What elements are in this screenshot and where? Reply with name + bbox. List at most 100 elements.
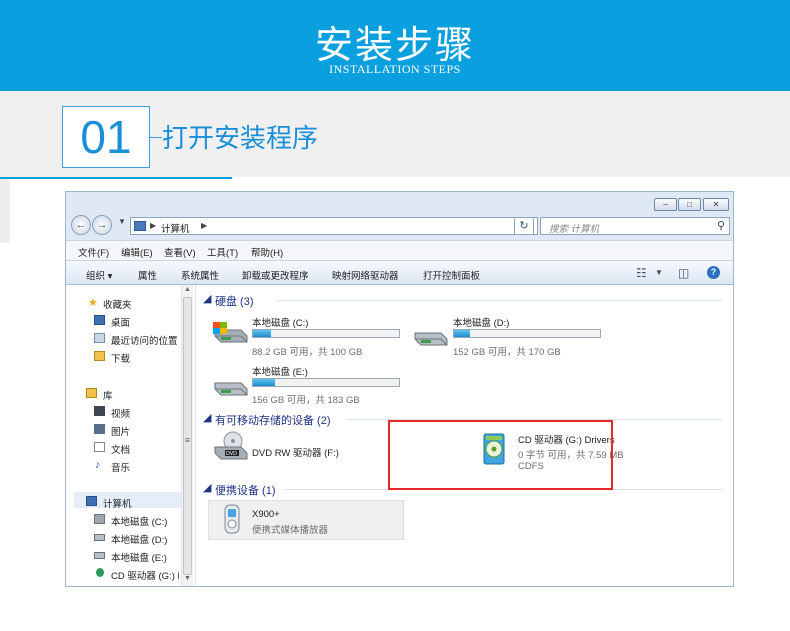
portable-device-type: 便携式媒体播放器: [252, 525, 329, 536]
highlight-box: [388, 420, 613, 490]
nav-videos[interactable]: 视频: [111, 406, 130, 420]
dvd-drive-name[interactable]: DVD RW 驱动器 (F:): [252, 445, 339, 459]
menu-file[interactable]: 文件(F): [78, 245, 109, 259]
search-input[interactable]: 搜索 计算机 ⚲: [540, 217, 730, 235]
close-icon[interactable]: ✕: [703, 198, 729, 211]
forward-icon[interactable]: →: [92, 215, 112, 235]
nav-pictures[interactable]: 图片: [111, 424, 130, 438]
nav-drive-e[interactable]: 本地磁盘 (E:): [111, 550, 167, 564]
media-player-icon: [224, 504, 240, 534]
disk-icon: [414, 332, 448, 346]
disk-icon: [94, 514, 105, 524]
video-icon: [94, 406, 105, 416]
collapse-icon[interactable]: ◢: [203, 481, 211, 494]
scroll-up-icon[interactable]: ▲: [183, 286, 192, 293]
group-portable[interactable]: 便携设备 (1): [215, 482, 276, 498]
history-dropdown-icon[interactable]: ▼: [118, 217, 126, 226]
command-bar: 组织 ▾ 属性 系统属性 卸载或更改程序 映射网络驱动器 打开控制面板 ☷ ▼ …: [66, 260, 733, 285]
svg-text:DVD: DVD: [226, 451, 237, 457]
breadcrumb-arrow-icon[interactable]: ▶: [201, 221, 207, 230]
drive-c-free: 88.2 GB 可用，共 100 GB: [252, 347, 363, 358]
view-dropdown-icon[interactable]: ▼: [655, 268, 663, 277]
properties-button[interactable]: 属性: [138, 268, 157, 282]
map-network-drive-button[interactable]: 映射网络驱动器: [332, 268, 399, 282]
disk-icon: [214, 382, 248, 396]
open-control-panel-button[interactable]: 打开控制面板: [423, 268, 480, 282]
left-gray-block: [0, 179, 10, 243]
address-bar[interactable]: ▶ 计算机 ▶ ▼: [130, 217, 538, 235]
nav-music[interactable]: 音乐: [111, 460, 130, 474]
computer-icon: [86, 496, 97, 506]
menu-bar: 文件(F) 编辑(E) 查看(V) 工具(T) 帮助(H): [66, 240, 733, 260]
downloads-icon: [94, 351, 105, 361]
drive-d-free: 152 GB 可用，共 170 GB: [453, 347, 561, 358]
accent-divider: [0, 177, 232, 179]
nav-scrollbar[interactable]: ▲ ≡ ▼: [181, 285, 193, 586]
drive-d-name[interactable]: 本地磁盘 (D:): [453, 315, 509, 329]
nav-desktop[interactable]: 桌面: [111, 315, 130, 329]
menu-edit[interactable]: 编辑(E): [121, 245, 153, 259]
nav-drive-d[interactable]: 本地磁盘 (D:): [111, 532, 167, 546]
step-connector: [150, 137, 162, 138]
organize-button[interactable]: 组织 ▾: [86, 268, 112, 282]
address-path[interactable]: 计算机: [161, 221, 190, 235]
header-banner: 安装步骤 INSTALLATION STEPS: [0, 0, 790, 91]
drive-e-usage-fill: [253, 379, 275, 386]
step-title: 打开安装程序: [162, 123, 319, 153]
nav-downloads[interactable]: 下载: [111, 351, 130, 365]
drive-e-free: 156 GB 可用，共 183 GB: [252, 395, 360, 406]
disk-icon: [94, 552, 105, 559]
system-disk-icon: [213, 322, 248, 343]
computer-icon: [134, 221, 146, 231]
minimize-icon[interactable]: –: [654, 198, 677, 211]
menu-view[interactable]: 查看(V): [164, 245, 196, 259]
search-icon[interactable]: ⚲: [717, 219, 725, 232]
group-divider: [277, 300, 722, 301]
refresh-icon[interactable]: ↻: [514, 217, 534, 235]
navigation-pane: ★ 收藏夹 桌面 最近访问的位置 下载 库 视频 图片 文档 ♪ 音乐 计算机 …: [66, 285, 196, 586]
window-caption: – □ ✕: [66, 192, 733, 214]
drive-c-name[interactable]: 本地磁盘 (C:): [252, 315, 308, 329]
menu-help[interactable]: 帮助(H): [251, 245, 283, 259]
view-options-icon[interactable]: ☷: [636, 266, 647, 280]
nav-recent-places[interactable]: 最近访问的位置: [111, 333, 178, 347]
group-hard-disks[interactable]: 硬盘 (3): [215, 293, 254, 309]
group-removable[interactable]: 有可移动存储的设备 (2): [215, 412, 331, 428]
cd-icon: [96, 568, 104, 577]
maximize-icon[interactable]: □: [678, 198, 701, 211]
library-icon: [86, 388, 97, 398]
portable-device-name[interactable]: X900+: [252, 509, 280, 520]
collapse-icon[interactable]: ◢: [203, 411, 211, 424]
address-row: ← → ▼ ▶ 计算机 ▶ ▼ ↻ 搜索 计算机 ⚲: [66, 214, 733, 238]
drive-e-name[interactable]: 本地磁盘 (E:): [252, 364, 308, 378]
step-number: 01: [62, 106, 150, 168]
desktop-icon: [94, 315, 105, 325]
help-icon[interactable]: ?: [707, 266, 720, 279]
preview-pane-icon[interactable]: ◫: [678, 266, 689, 280]
drive-c-usage-bar: [252, 329, 400, 338]
drive-d-usage-bar: [453, 329, 601, 338]
disk-icon: [94, 534, 105, 541]
drive-d-usage-fill: [454, 330, 471, 337]
recent-places-icon: [94, 333, 105, 343]
nav-cd-drive[interactable]: CD 驱动器 (G:) D: [111, 568, 179, 582]
nav-libraries[interactable]: 库: [103, 388, 113, 402]
drive-c-usage-fill: [253, 330, 271, 337]
nav-computer[interactable]: 计算机: [103, 496, 132, 510]
dvd-drive-icon: DVD: [214, 431, 248, 460]
uninstall-program-button[interactable]: 卸载或更改程序: [242, 268, 309, 282]
banner-subtitle: INSTALLATION STEPS: [329, 62, 461, 76]
nav-documents[interactable]: 文档: [111, 442, 130, 456]
menu-tools[interactable]: 工具(T): [207, 245, 238, 259]
banner-title: 安装步骤: [314, 25, 475, 67]
system-properties-button[interactable]: 系统属性: [181, 268, 219, 282]
collapse-icon[interactable]: ◢: [203, 292, 211, 305]
nav-drive-c[interactable]: 本地磁盘 (C:): [111, 514, 167, 528]
scroll-down-icon[interactable]: ▼: [183, 575, 192, 582]
breadcrumb-arrow-icon[interactable]: ▶: [150, 221, 156, 230]
pictures-icon: [94, 424, 105, 434]
nav-favorites[interactable]: 收藏夹: [103, 297, 132, 311]
explorer-window: – □ ✕ ← → ▼ ▶ 计算机 ▶ ▼ ↻ 搜索 计算机 ⚲ 文件(F) 编…: [65, 191, 734, 587]
back-icon[interactable]: ←: [71, 215, 91, 235]
search-placeholder: 搜索 计算机: [549, 224, 600, 235]
